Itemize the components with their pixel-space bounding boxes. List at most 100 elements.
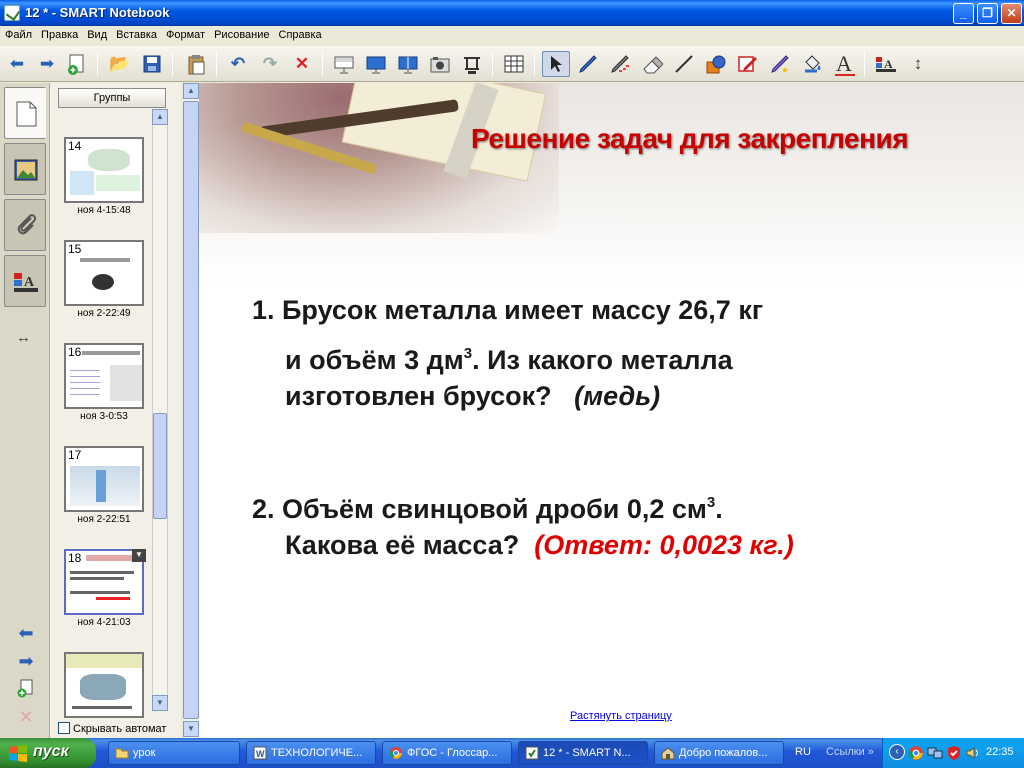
select-icon[interactable]	[542, 51, 570, 77]
eraser-icon[interactable]	[638, 51, 666, 77]
scroll-up-icon[interactable]: ▲	[152, 109, 168, 125]
sorter-scroll-thumb[interactable]	[153, 413, 167, 519]
menu-insert[interactable]: Вставка	[111, 26, 161, 41]
delete-page-icon[interactable]: ✕	[14, 707, 38, 727]
add-page-button[interactable]	[14, 679, 38, 699]
splitter-down-icon[interactable]: ▼	[183, 721, 199, 737]
delete-icon[interactable]: ✕	[288, 51, 316, 77]
menu-draw[interactable]: Рисование	[209, 26, 273, 41]
autohide-checkbox[interactable]: Скрывать автомат	[58, 722, 166, 735]
line-icon[interactable]	[670, 51, 698, 77]
smart-notebook-icon	[4, 5, 20, 21]
autohide-label: Скрывать автомат	[73, 723, 167, 735]
tab-gallery[interactable]	[4, 143, 46, 195]
chrome-tray-icon[interactable]	[908, 745, 924, 761]
back-icon[interactable]: ⬅	[3, 51, 31, 77]
network-tray-icon[interactable]	[927, 745, 943, 761]
screen-shade-icon[interactable]	[330, 51, 358, 77]
taskbar-item-folder[interactable]: урок	[108, 741, 240, 765]
page-thumbnail[interactable]: 15	[64, 240, 144, 306]
magic-pen-icon[interactable]	[734, 51, 762, 77]
table-icon[interactable]	[500, 51, 528, 77]
taskbar-item-word[interactable]: W ТЕХНОЛОГИЧЕ...	[246, 741, 376, 765]
word-icon: W	[253, 746, 267, 760]
tab-properties[interactable]: A	[4, 255, 46, 307]
shield-tray-icon[interactable]	[946, 745, 962, 761]
splitter-bar[interactable]: ▲ ▼	[183, 83, 199, 738]
groups-button[interactable]: Группы	[58, 88, 166, 108]
properties-icon[interactable]: A	[872, 51, 900, 77]
shape-recognition-pen-icon[interactable]	[766, 51, 794, 77]
taskbar-item-chrome[interactable]: ФГОС - Глоссар...	[382, 741, 512, 765]
undo-icon[interactable]: ↶	[224, 51, 252, 77]
tray-back-icon[interactable]: ‹	[889, 744, 905, 760]
panel-move-icon[interactable]: ↔	[16, 329, 31, 346]
app-window: 12 * - SMART Notebook _ ❐ ✕ Файл Правка Ви…	[0, 0, 1024, 738]
close-button[interactable]: ✕	[1001, 3, 1022, 24]
thumbnail-number: 14	[68, 139, 82, 153]
previous-page-icon[interactable]: ⬅	[14, 623, 38, 643]
thumbnail-menu-icon[interactable]: ▼	[132, 549, 146, 562]
clock: 22:35	[986, 746, 1014, 758]
full-screen-icon[interactable]	[362, 51, 390, 77]
menu-edit[interactable]: Правка	[36, 26, 82, 41]
maximize-button[interactable]: ❐	[977, 3, 998, 24]
task-1-answer: (медь)	[574, 381, 661, 411]
stretch-page-link[interactable]: Растянуть страницу	[570, 710, 672, 722]
language-indicator[interactable]: RU	[795, 746, 811, 758]
minimize-button[interactable]: _	[953, 3, 974, 24]
page-thumbnail-selected[interactable]: 18 ▼	[64, 549, 146, 615]
page-thumbnail[interactable]: 19	[64, 652, 144, 718]
folder-icon	[115, 748, 129, 759]
document-camera-icon[interactable]	[458, 51, 486, 77]
sorter-scrollbar[interactable]	[152, 109, 168, 711]
slide-canvas[interactable]: Решение задач для закрепления 1. Брусок …	[199, 83, 1024, 738]
menu-file[interactable]: Файл	[0, 26, 36, 41]
smart-notebook-icon	[525, 746, 539, 760]
links-toolbar[interactable]: Ссылки »	[826, 746, 874, 758]
redo-icon[interactable]: ↷	[256, 51, 284, 77]
splitter-thumb[interactable]	[183, 101, 199, 719]
menu-view[interactable]: Вид	[82, 26, 111, 41]
scroll-down-icon[interactable]: ▼	[152, 695, 168, 711]
properties-tab-icon: A	[14, 273, 38, 292]
capture-icon[interactable]	[426, 51, 454, 77]
start-button[interactable]: пуск	[0, 738, 96, 768]
next-page-icon[interactable]: ➡	[14, 651, 38, 671]
thumbnail-caption: ноя 4-15:48	[77, 205, 131, 216]
move-toolbar-icon[interactable]: ↕	[904, 51, 932, 77]
creative-pen-icon[interactable]	[606, 51, 634, 77]
menu-help[interactable]: Справка	[274, 26, 326, 41]
tab-attachments[interactable]	[4, 199, 46, 251]
thumbnail-caption: ноя 2-22:49	[77, 308, 131, 319]
thumbnail-caption: ноя 2-22:51	[77, 514, 131, 525]
shapes-icon[interactable]	[702, 51, 730, 77]
page-thumbnail[interactable]: 17	[64, 446, 144, 512]
dual-view-icon[interactable]	[394, 51, 422, 77]
fill-icon[interactable]	[798, 51, 826, 77]
pen-icon[interactable]	[574, 51, 602, 77]
page-sorter-panel: Группы 14 ноя 4-15:48 15 ноя 2-22:49 16 …	[50, 83, 181, 738]
taskbar-item-home[interactable]: Добро пожалов...	[654, 741, 784, 765]
page-thumbnail[interactable]: 16	[64, 343, 144, 409]
splitter-up-icon[interactable]: ▲	[183, 83, 199, 99]
menu-format[interactable]: Формат	[161, 26, 209, 41]
save-icon[interactable]	[138, 51, 166, 77]
task-2-line-2: Какова её масса? (Ответ: 0,0023 кг.)	[285, 530, 794, 560]
paste-icon[interactable]	[182, 51, 210, 77]
tab-page-sorter[interactable]	[4, 87, 46, 139]
taskbar-item-smart-notebook[interactable]: 12 * - SMART N...	[518, 741, 648, 765]
volume-tray-icon[interactable]	[965, 745, 981, 761]
text-icon[interactable]: A	[830, 51, 858, 77]
page-thumbnail[interactable]: 14	[64, 137, 144, 203]
thumbnail-caption: ноя 4-21:03	[77, 617, 131, 628]
open-icon[interactable]: 📂	[106, 51, 134, 77]
forward-icon[interactable]: ➡	[33, 51, 61, 77]
menu-bar: Файл Правка Вид Вставка Формат Рисование Справ…	[0, 26, 1024, 46]
system-tray: ‹ 22:35	[882, 738, 1024, 768]
add-page-icon[interactable]	[63, 51, 91, 77]
checkbox-box[interactable]	[58, 722, 70, 734]
svg-text:W: W	[256, 749, 265, 759]
thumbnail-number: 15	[68, 242, 82, 256]
gallery-icon	[14, 159, 38, 181]
